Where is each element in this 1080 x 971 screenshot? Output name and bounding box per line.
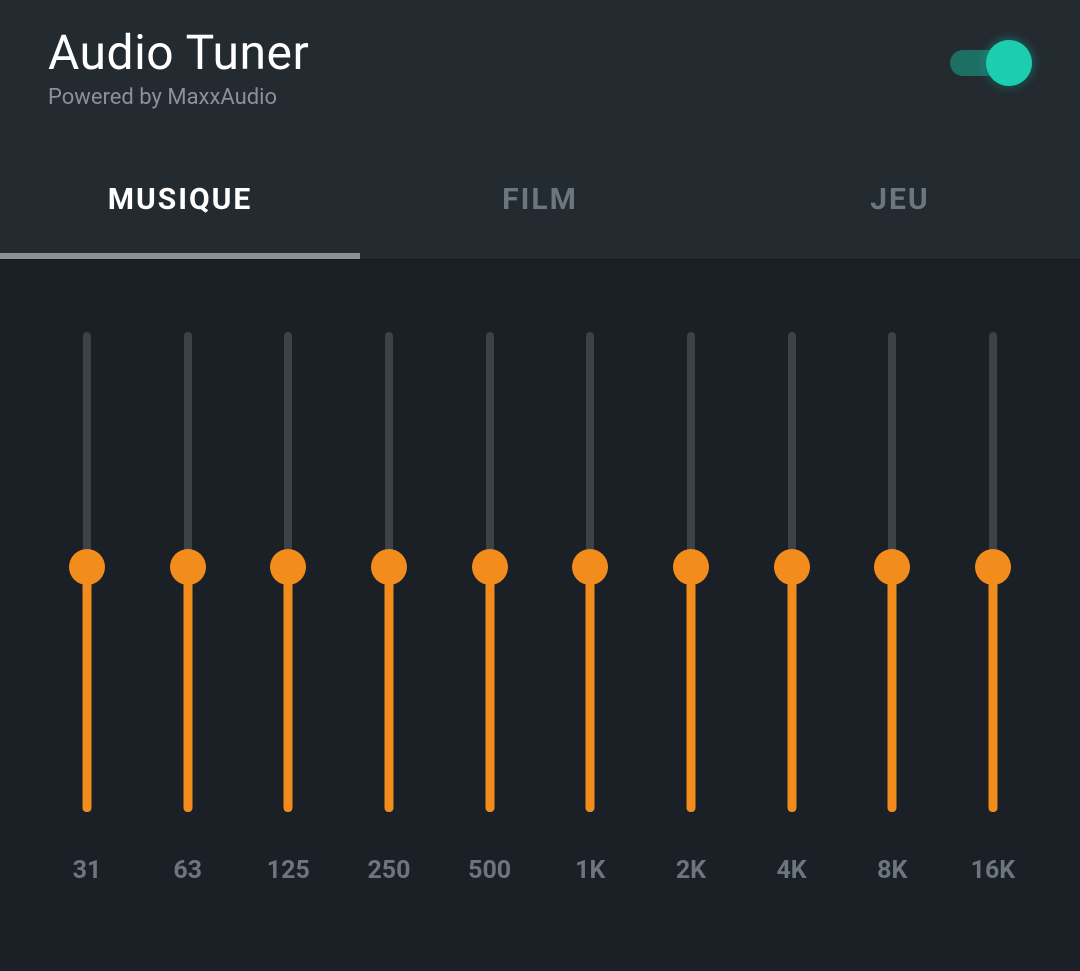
eq-slider-125[interactable] <box>253 332 323 812</box>
freq-label: 125 <box>253 856 323 885</box>
page-subtitle: Powered by MaxxAudio <box>48 85 309 110</box>
slider-thumb <box>472 549 508 585</box>
eq-slider-8k[interactable] <box>857 332 927 812</box>
freq-label: 250 <box>354 856 424 885</box>
slider-thumb <box>572 549 608 585</box>
tab-musique[interactable]: MUSIQUE <box>0 138 360 259</box>
slider-thumb <box>371 549 407 585</box>
freq-label: 63 <box>153 856 223 885</box>
freq-label: 500 <box>455 856 525 885</box>
tab-film[interactable]: FILM <box>360 138 720 259</box>
slider-fill <box>686 564 695 812</box>
page-title: Audio Tuner <box>48 24 309 81</box>
freq-labels-row: 31 63 125 250 500 1K 2K 4K 8K 16K <box>52 856 1028 885</box>
eq-slider-16k[interactable] <box>958 332 1028 812</box>
slider-fill <box>83 564 92 812</box>
slider-fill <box>888 564 897 812</box>
slider-fill <box>586 564 595 812</box>
freq-label: 2K <box>656 856 726 885</box>
slider-fill <box>988 564 997 812</box>
header: Audio Tuner Powered by MaxxAudio <box>0 0 1080 138</box>
sliders-row <box>52 332 1028 812</box>
enable-toggle[interactable] <box>950 46 1024 80</box>
eq-slider-4k[interactable] <box>757 332 827 812</box>
freq-label: 16K <box>958 856 1028 885</box>
slider-fill <box>787 564 796 812</box>
slider-thumb <box>874 549 910 585</box>
freq-label: 8K <box>857 856 927 885</box>
tabs: MUSIQUE FILM JEU <box>0 138 1080 260</box>
slider-thumb <box>774 549 810 585</box>
slider-thumb <box>673 549 709 585</box>
eq-slider-31[interactable] <box>52 332 122 812</box>
slider-thumb <box>69 549 105 585</box>
slider-fill <box>183 564 192 812</box>
freq-label: 31 <box>52 856 122 885</box>
freq-label: 4K <box>757 856 827 885</box>
freq-label: 1K <box>555 856 625 885</box>
slider-thumb <box>170 549 206 585</box>
eq-slider-1k[interactable] <box>555 332 625 812</box>
slider-fill <box>485 564 494 812</box>
slider-thumb <box>270 549 306 585</box>
toggle-thumb <box>986 40 1032 86</box>
equalizer-panel: 31 63 125 250 500 1K 2K 4K 8K 16K <box>0 260 1080 885</box>
slider-fill <box>384 564 393 812</box>
eq-slider-250[interactable] <box>354 332 424 812</box>
slider-fill <box>284 564 293 812</box>
slider-thumb <box>975 549 1011 585</box>
title-block: Audio Tuner Powered by MaxxAudio <box>48 24 309 110</box>
tab-jeu[interactable]: JEU <box>720 138 1080 259</box>
eq-slider-2k[interactable] <box>656 332 726 812</box>
eq-slider-500[interactable] <box>455 332 525 812</box>
eq-slider-63[interactable] <box>153 332 223 812</box>
